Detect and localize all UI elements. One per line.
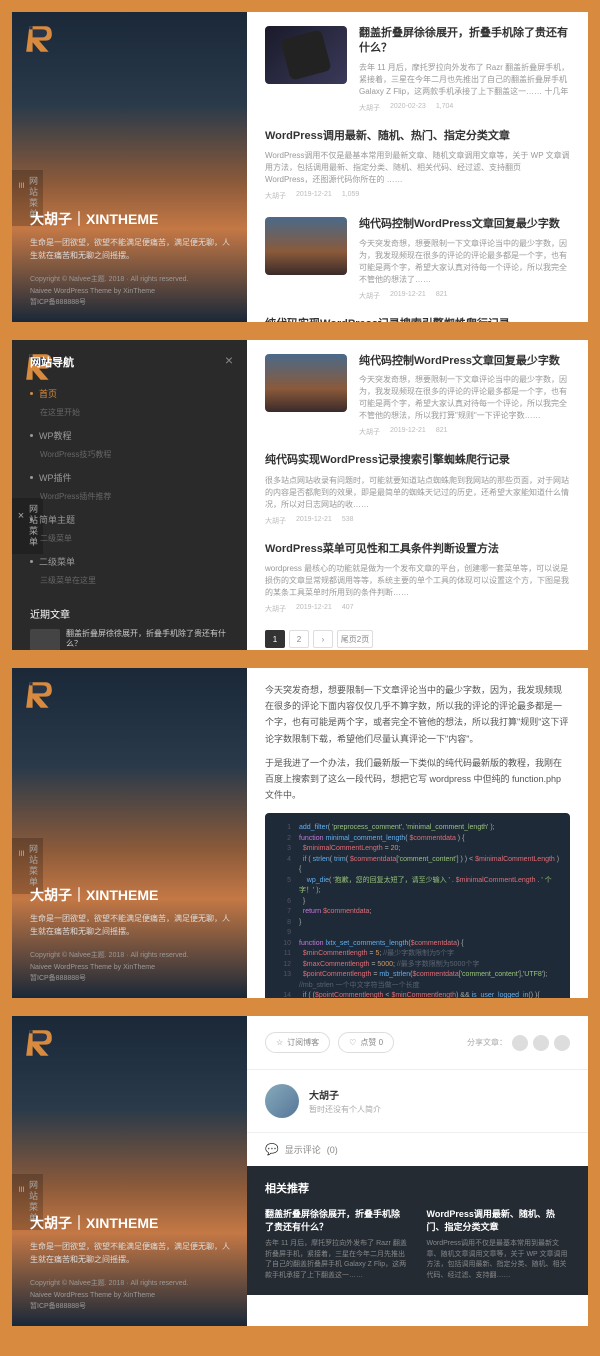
page-2[interactable]: 2 (289, 630, 309, 648)
menu-icon: ≡ (15, 850, 27, 888)
nav-item-wp-plugin[interactable]: WP插件 (30, 466, 229, 489)
share-wechat-icon[interactable] (512, 1035, 528, 1051)
post-title: 纯代码控制WordPress文章回复最少字数 (359, 217, 570, 232)
sidebar-footer: 大胡子｜XINTHEME 生命是一团欲望，欲望不能满足便痛苦，满足便无聊，人生就… (30, 1213, 233, 1312)
copyright: Copyright © Nalvee主题. 2018 · All rights … (30, 1278, 233, 1312)
post-item[interactable]: 纯代码控制WordPress文章回复最少字数 今天突发奇想，想要限制一下文章评论… (265, 217, 570, 300)
post-meta: 大胡子2019-12-211,059 (265, 191, 570, 201)
share-qq-icon[interactable] (554, 1035, 570, 1051)
bookmark-button[interactable]: ☆订阅博客 (265, 1032, 330, 1053)
author-bio: 暂时还没有个人简介 (309, 1104, 381, 1115)
sidebar: 网站菜单≡ 大胡子｜XINTHEME 生命是一团欲望，欲望不能满足便痛苦，满足便… (12, 1016, 247, 1326)
site-title: 大胡子｜XINTHEME (30, 1213, 233, 1233)
site-logo[interactable] (20, 676, 58, 714)
post-meta: 大胡子2019-12-21821 (359, 291, 570, 301)
site-description: 生命是一团欲望，欲望不能满足便痛苦，满足便无聊，人生就在痛苦和无聊之间摇摆。 (30, 1241, 233, 1267)
heart-icon: ♡ (349, 1038, 356, 1047)
article-paragraph: 于是我进了一个办法，我们最新版一下类似的纯代码最新版的教程，我刚在百度上搜索到了… (265, 755, 570, 804)
post-thumbnail (265, 354, 347, 412)
nav-drawer: 网站菜单× × 网站导航 首页 在这里开始 WP教程 WordPress技巧教程… (12, 340, 247, 650)
nav-item-theme[interactable]: 简单主题 (30, 508, 229, 531)
preview-panel-2: 网站菜单× × 网站导航 首页 在这里开始 WP教程 WordPress技巧教程… (12, 340, 588, 650)
related-item[interactable]: WordPress调用最新、随机、热门、指定分类文章 WordPress调用不仅… (427, 1208, 571, 1281)
preview-panel-3: 网站菜单≡ 大胡子｜XINTHEME 生命是一团欲望，欲望不能满足便痛苦，满足便… (12, 668, 588, 998)
site-description: 生命是一团欲望，欲望不能满足便痛苦，满足便无聊，人生就在痛苦和无聊之间摇摆。 (30, 913, 233, 939)
copyright: Copyright © Nalvee主题. 2018 · All rights … (30, 950, 233, 984)
comment-icon: 💬 (265, 1143, 279, 1156)
post-excerpt: 很多站点网站收录有问题时，可能就要知道站点蜘蛛爬到我网站的那些页面，对于网站的内… (265, 475, 570, 511)
sidebar: 网站菜单≡ 大胡子｜XINTHEME 生命是一团欲望，欲望不能满足便痛苦，满足便… (12, 668, 247, 998)
site-logo[interactable] (20, 1024, 58, 1062)
post-excerpt: 今天突发奇想，想要限制一下文章评论当中的最少字数，因为，我发现频现在很多的评论的… (359, 238, 570, 286)
post-excerpt: wordpress 最核心的功能就是做为一个发布文章的平台，创建哪一套菜单等，可… (265, 563, 570, 599)
post-excerpt: WordPress调用不仅是最基本常用到最新文章、随机文章调用文章等，关于 WP… (265, 150, 570, 186)
recent-thumbnail (30, 629, 60, 650)
author-avatar[interactable] (265, 1084, 299, 1118)
post-title: WordPress调用最新、随机、热门、指定分类文章 (265, 129, 570, 144)
post-title: 纯代码实现WordPress记录搜索引擎蜘蛛爬行记录 (265, 453, 570, 468)
post-title: 纯代码实现WordPress记录搜索引擎蜘蛛爬行记录 (265, 317, 570, 322)
nav-item-submenu[interactable]: 二级菜单 (30, 550, 229, 573)
like-button[interactable]: ♡点赞 0 (338, 1032, 394, 1053)
related-heading: 相关推荐 (265, 1180, 570, 1196)
nav-close-button[interactable]: × (225, 352, 233, 368)
sidebar: 网站菜单≡ 大胡子｜XINTHEME 生命是一团欲望，欲望不能满足便痛苦，满足便… (12, 12, 247, 322)
nav-heading: 网站导航 (30, 354, 229, 370)
post-title: 翻盖折叠屏徐徐展开，折叠手机除了贵还有什么？ (359, 26, 570, 57)
menu-icon: ≡ (15, 182, 27, 220)
author-box: 大胡子 暂时还没有个人简介 (247, 1070, 588, 1132)
comments-toggle[interactable]: 💬 显示评论 (0) (247, 1132, 588, 1166)
post-thumbnail (265, 26, 347, 84)
menu-icon: ≡ (15, 1186, 27, 1224)
post-item[interactable]: 纯代码实现WordPress记录搜索引擎蜘蛛爬行记录 很多站点网站收录有问题时，… (265, 453, 570, 525)
bookmark-icon: ☆ (276, 1038, 283, 1047)
article-content: 今天突发奇想，想要限制一下文章评论当中的最少字数，因为，我发现频现在很多的评论下… (247, 668, 588, 998)
author-name[interactable]: 大胡子 (309, 1087, 381, 1102)
preview-panel-1: 网站菜单≡ 大胡子｜XINTHEME 生命是一团欲望，欲望不能满足便痛苦，满足便… (12, 12, 588, 322)
post-excerpt: 今天突发奇想，想要限制一下文章评论当中的最少字数，因为，我发现频现在很多的评论的… (359, 374, 570, 422)
nav-item-wp-tutorial[interactable]: WP教程 (30, 424, 229, 447)
site-description: 生命是一团欲望，欲望不能满足便痛苦，满足便无聊，人生就在痛苦和无聊之间摇摆。 (30, 237, 233, 263)
related-item[interactable]: 翻盖折叠屏徐徐展开，折叠手机除了贵还有什么？ 去年 11 月后，摩托罗拉向外发布… (265, 1208, 409, 1281)
post-list: 翻盖折叠屏徐徐展开，折叠手机除了贵还有什么？ 去年 11 月后，摩托罗拉向外发布… (247, 12, 588, 322)
copyright: Copyright © Nalvee主题. 2018 · All rights … (30, 274, 233, 308)
preview-panel-4: 网站菜单≡ 大胡子｜XINTHEME 生命是一团欲望，欲望不能满足便痛苦，满足便… (12, 1016, 588, 1326)
post-thumbnail (265, 217, 347, 275)
related-posts: 相关推荐 翻盖折叠屏徐徐展开，折叠手机除了贵还有什么？ 去年 11 月后，摩托罗… (247, 1166, 588, 1295)
post-meta: 大胡子2019-12-21538 (265, 516, 570, 526)
code-block: 1add_filter( 'preprocess_comment', 'mini… (265, 813, 570, 998)
sidebar-footer: 大胡子｜XINTHEME 生命是一团欲望，欲望不能满足便痛苦，满足便无聊，人生就… (30, 209, 233, 308)
page-last[interactable]: 尾页2页 (337, 630, 373, 648)
site-title: 大胡子｜XINTHEME (30, 885, 233, 905)
post-meta: 大胡子2019-12-21407 (265, 604, 570, 614)
page-next[interactable]: › (313, 630, 333, 648)
nav-item-home[interactable]: 首页 (30, 382, 229, 405)
post-list: 纯代码控制WordPress文章回复最少字数 今天突发奇想，想要限制一下文章评论… (247, 340, 588, 650)
post-meta: 大胡子2019-12-21821 (359, 427, 570, 437)
sidebar-footer: 大胡子｜XINTHEME 生命是一团欲望，欲望不能满足便痛苦，满足便无聊，人生就… (30, 885, 233, 984)
recent-heading: 近期文章 (30, 606, 229, 621)
site-logo[interactable] (20, 20, 58, 58)
share-bar: 分享文章： (467, 1035, 570, 1051)
post-meta: 大胡子2020-02-231,704 (359, 103, 570, 113)
site-title: 大胡子｜XINTHEME (30, 209, 233, 229)
share-weibo-icon[interactable] (533, 1035, 549, 1051)
post-item[interactable]: 纯代码控制WordPress文章回复最少字数 今天突发奇想，想要限制一下文章评论… (265, 354, 570, 437)
interact-bar: ☆订阅博客 ♡点赞 0 分享文章： (247, 1016, 588, 1070)
post-title: 纯代码控制WordPress文章回复最少字数 (359, 354, 570, 369)
article-footer-area: ☆订阅博客 ♡点赞 0 分享文章： 大胡子 暂时还没有个人简介 💬 显示评论 (247, 1016, 588, 1326)
post-item[interactable]: 纯代码实现WordPress记录搜索引擎蜘蛛爬行记录 很多站点网站收录有问题时，… (265, 317, 570, 322)
page-1[interactable]: 1 (265, 630, 285, 648)
post-item[interactable]: WordPress菜单可见性和工具条件判断设置方法 wordpress 最核心的… (265, 542, 570, 614)
post-item[interactable]: WordPress调用最新、随机、热门、指定分类文章 WordPress调用不仅… (265, 129, 570, 201)
post-excerpt: 去年 11 月后，摩托罗拉向外发布了 Razr 翻盖折叠屏手机，紧接着，三星在今… (359, 62, 570, 98)
recent-post[interactable]: 翻盖折叠屏徐徐展开，折叠手机除了贵还有什么？大胡子 02-23 (30, 629, 229, 650)
pagination: 1 2 › 尾页2页 (265, 630, 570, 648)
post-title: WordPress菜单可见性和工具条件判断设置方法 (265, 542, 570, 557)
article-paragraph: 今天突发奇想，想要限制一下文章评论当中的最少字数，因为，我发现频现在很多的评论下… (265, 682, 570, 747)
post-item[interactable]: 翻盖折叠屏徐徐展开，折叠手机除了贵还有什么？ 去年 11 月后，摩托罗拉向外发布… (265, 26, 570, 113)
